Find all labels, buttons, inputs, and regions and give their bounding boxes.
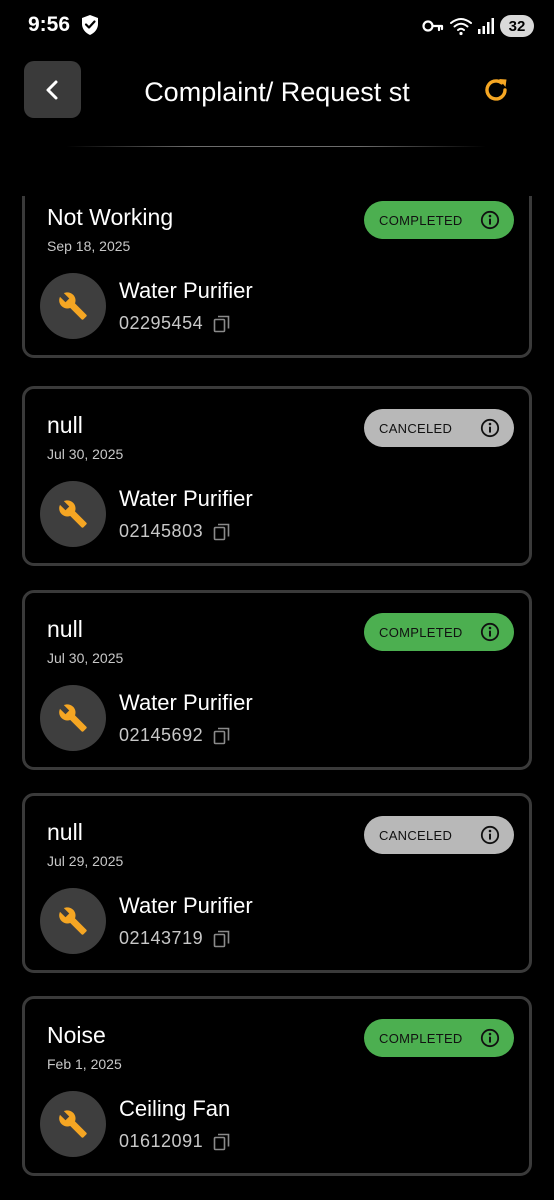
serial-number: 02145692 [119,725,204,745]
serial-row: 02145692 [119,725,231,746]
signal-icon [478,18,494,34]
request-title: Not Working [47,204,174,230]
info-icon [480,825,500,845]
wrench-icon [59,500,87,528]
copy-icon[interactable] [213,727,231,745]
shield-icon [82,15,98,35]
serial-row: 01612091 [119,1131,231,1152]
info-icon [480,622,500,642]
refresh-icon [485,79,507,101]
status-label: COMPLETED [379,212,463,228]
page-title: Complaint/ Request st [144,77,410,107]
serial-number: 02145803 [119,521,204,541]
request-card[interactable]: Not Working Sep 18, 2025 COMPLETED Water… [22,196,532,358]
request-list[interactable]: Not Working Sep 18, 2025 COMPLETED Water… [0,196,554,1200]
status-badge[interactable]: CANCELED [364,409,514,447]
request-title: null [47,819,83,845]
product-avatar [40,685,106,751]
product-name: Ceiling Fan [119,1096,231,1121]
status-badge[interactable]: COMPLETED [364,1019,514,1057]
serial-number: 02295454 [119,313,204,333]
status-label: COMPLETED [379,1030,463,1046]
request-title: Noise [47,1022,106,1048]
status-badge[interactable]: COMPLETED [364,613,514,651]
serial-number: 01612091 [119,1131,204,1151]
product-avatar [40,481,106,547]
wrench-icon [59,704,87,732]
refresh-button[interactable] [478,72,514,108]
app-bar: Complaint/ Request st [0,60,554,120]
status-time: 9:56 [28,13,71,36]
product-name: Water Purifier [119,690,253,715]
product-avatar [40,273,106,339]
copy-icon[interactable] [213,930,231,948]
request-date: Jul 30, 2025 [47,650,124,666]
product-avatar [40,1091,106,1157]
copy-icon[interactable] [213,1133,231,1151]
status-label: CANCELED [379,827,453,843]
key-icon [422,20,444,32]
serial-row: 02145803 [119,521,231,542]
header-divider [66,146,486,147]
serial-row: 02143719 [119,928,231,949]
request-title: null [47,412,83,438]
request-card[interactable]: null Jul 30, 2025 CANCELED Water Purifie… [22,386,532,566]
wrench-icon [59,1110,87,1138]
status-label: CANCELED [379,420,453,436]
product-name: Water Purifier [119,278,253,303]
request-card[interactable]: Noise Feb 1, 2025 COMPLETED Ceiling Fan … [22,996,532,1176]
info-icon [480,210,500,230]
request-card[interactable]: null Jul 30, 2025 COMPLETED Water Purifi… [22,590,532,770]
copy-icon[interactable] [213,523,231,541]
chevron-left-icon [46,80,57,99]
wrench-icon [59,292,87,320]
info-icon [480,1028,500,1048]
product-name: Water Purifier [119,893,253,918]
request-date: Sep 18, 2025 [47,238,131,254]
status-icons: 32 [422,14,534,38]
status-label: COMPLETED [379,624,463,640]
status-bar: 9:56 32 [0,0,554,52]
request-date: Jul 30, 2025 [47,446,124,462]
request-title: null [47,616,83,642]
status-badge[interactable]: COMPLETED [364,201,514,239]
wifi-icon [450,18,472,36]
request-date: Feb 1, 2025 [47,1056,122,1072]
battery-indicator: 32 [500,15,534,37]
info-icon [480,418,500,438]
serial-row: 02295454 [119,313,231,334]
back-button[interactable] [24,61,81,118]
request-card[interactable]: null Jul 29, 2025 CANCELED Water Purifie… [22,793,532,973]
request-date: Jul 29, 2025 [47,853,124,869]
serial-number: 02143719 [119,928,204,948]
status-badge[interactable]: CANCELED [364,816,514,854]
copy-icon[interactable] [213,315,231,333]
product-avatar [40,888,106,954]
product-name: Water Purifier [119,486,253,511]
wrench-icon [59,907,87,935]
